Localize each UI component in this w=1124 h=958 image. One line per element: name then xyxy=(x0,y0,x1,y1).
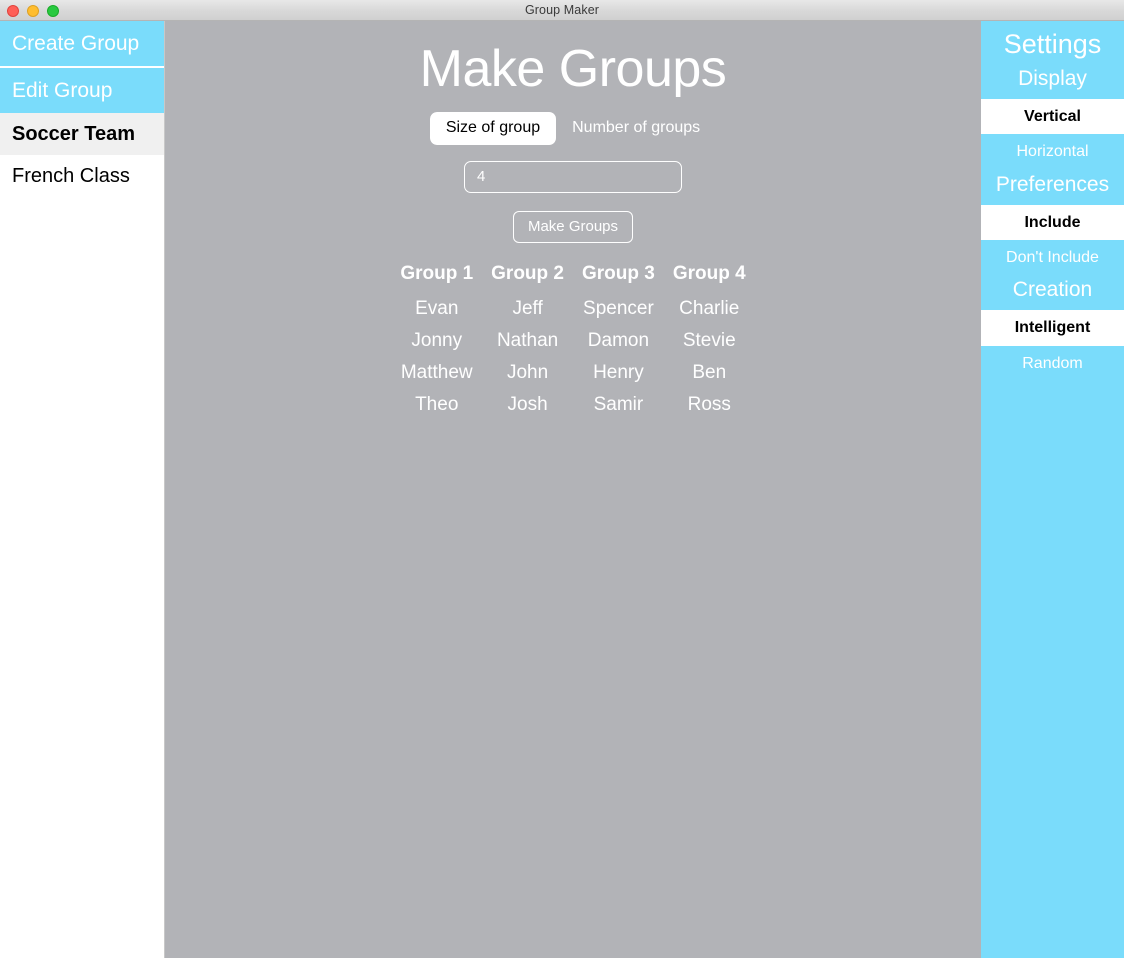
member-cell: Charlie xyxy=(679,297,740,319)
settings-option-dont-include[interactable]: Don't Include xyxy=(981,239,1124,276)
table-row: Theo Josh Samir Ross xyxy=(391,389,754,421)
mode-toggle: Size of group Number of groups xyxy=(429,112,716,145)
settings-option-horizontal[interactable]: Horizontal xyxy=(981,134,1124,170)
sidebar-action-create-group[interactable]: Create Group xyxy=(0,21,164,68)
sidebar: Create Group Edit Group Soccer Team Fren… xyxy=(0,21,165,958)
settings-option-vertical[interactable]: Vertical xyxy=(981,99,1124,135)
settings-empty-space xyxy=(981,380,1124,958)
title-bar: Group Maker xyxy=(0,0,1124,21)
sidebar-item-french-class[interactable]: French Class xyxy=(0,155,164,197)
settings-panel: Settings Display Vertical Horizontal Pre… xyxy=(981,21,1124,958)
settings-option-include[interactable]: Include xyxy=(981,204,1124,240)
sidebar-item-soccer-team[interactable]: Soccer Team xyxy=(0,113,164,155)
member-cell: Jonny xyxy=(411,329,463,351)
settings-section-preferences-heading: Preferences xyxy=(995,172,1110,196)
main-content: Make Groups Size of group Number of grou… xyxy=(165,21,981,958)
sidebar-empty-space xyxy=(0,197,164,958)
group-header: Group 2 xyxy=(491,262,564,284)
member-cell: Nathan xyxy=(496,329,559,351)
window-body: Create Group Edit Group Soccer Team Fren… xyxy=(0,21,1124,958)
make-groups-button[interactable]: Make Groups xyxy=(512,210,634,243)
table-row: Evan Jeff Spencer Charlie xyxy=(391,293,754,325)
member-cell: Evan xyxy=(415,297,459,319)
group-size-input[interactable] xyxy=(464,160,682,193)
member-cell: Stevie xyxy=(682,329,736,351)
maximize-window-icon[interactable] xyxy=(47,4,59,17)
window-title: Group Maker xyxy=(524,3,600,17)
member-cell: Matthew xyxy=(400,361,473,383)
group-header: Group 4 xyxy=(672,262,746,284)
member-cell: Theo xyxy=(415,393,459,415)
member-cell: Damon xyxy=(587,329,650,351)
settings-option-intelligent[interactable]: Intelligent xyxy=(981,310,1124,346)
member-cell: Jeff xyxy=(512,297,543,319)
group-header: Group 1 xyxy=(400,262,474,284)
settings-section-display-heading: Display xyxy=(1018,67,1087,91)
settings-option-random[interactable]: Random xyxy=(981,345,1124,381)
settings-title: Settings xyxy=(1003,29,1102,59)
tab-size-of-group[interactable]: Size of group xyxy=(429,112,557,145)
group-header: Group 3 xyxy=(582,262,655,284)
traffic-light-controls xyxy=(7,0,59,21)
tab-number-of-groups[interactable]: Number of groups xyxy=(556,112,716,144)
member-cell: Henry xyxy=(593,361,644,383)
minimize-window-icon[interactable] xyxy=(27,4,39,17)
member-cell: Samir xyxy=(593,393,644,415)
app-window: Group Maker Create Group Edit Group Socc… xyxy=(0,0,1124,958)
groups-results-table: Group 1 Group 2 Group 3 Group 4 Evan Jef… xyxy=(391,263,754,421)
table-row: Matthew John Henry Ben xyxy=(391,357,754,389)
member-cell: Spencer xyxy=(583,297,654,319)
member-cell: Ben xyxy=(692,361,727,383)
table-row: Jonny Nathan Damon Stevie xyxy=(391,325,754,357)
groups-header-row: Group 1 Group 2 Group 3 Group 4 xyxy=(391,263,754,293)
member-cell: John xyxy=(506,361,549,383)
close-window-icon[interactable] xyxy=(7,4,19,17)
member-cell: Ross xyxy=(687,393,731,415)
page-title: Make Groups xyxy=(419,40,727,98)
sidebar-action-edit-group[interactable]: Edit Group xyxy=(0,68,164,113)
settings-section-creation-heading: Creation xyxy=(1012,278,1093,302)
member-cell: Josh xyxy=(507,393,548,415)
